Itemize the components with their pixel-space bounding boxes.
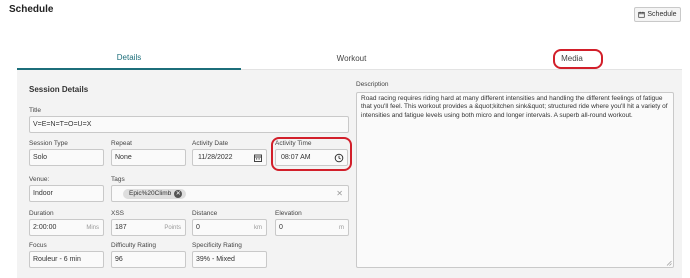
page-title: Schedule bbox=[9, 4, 54, 15]
elevation-value: 0 bbox=[279, 224, 283, 231]
session-type-select[interactable]: Solo bbox=[29, 149, 104, 166]
venue-select[interactable]: Indoor bbox=[29, 185, 104, 202]
description-label: Description bbox=[356, 81, 389, 88]
xss-input[interactable]: 187 Points bbox=[111, 219, 186, 236]
tag-label: Epic%20Climb bbox=[129, 190, 172, 197]
xss-unit: Points bbox=[164, 224, 181, 231]
distance-value: 0 bbox=[196, 224, 200, 231]
clear-tags-icon[interactable]: ✕ bbox=[336, 189, 343, 198]
focus-field: Rouleur - 6 min bbox=[29, 251, 104, 268]
repeat-select[interactable]: None bbox=[111, 149, 186, 166]
calendar-icon[interactable] bbox=[253, 153, 263, 163]
activity-time-label: Activity Time bbox=[275, 140, 312, 147]
tab-workout[interactable]: Workout bbox=[241, 46, 462, 70]
venue-label: Venue: bbox=[29, 176, 50, 183]
difficulty-field: 96 bbox=[111, 251, 186, 268]
specificity-field: 39% - Mixed bbox=[192, 251, 267, 268]
xss-label: XSS bbox=[111, 210, 125, 217]
tag-chip: Epic%20Climb ✕ bbox=[123, 188, 187, 199]
tab-media[interactable]: Media bbox=[462, 46, 682, 70]
tab-bar: Details Workout Media bbox=[17, 46, 682, 70]
distance-unit: km bbox=[254, 224, 262, 231]
duration-value: 2:00:00 bbox=[33, 224, 57, 231]
resize-handle-icon[interactable] bbox=[666, 260, 672, 266]
activity-time-value: 08:07 AM bbox=[281, 154, 311, 161]
repeat-value: None bbox=[115, 154, 132, 161]
repeat-label: Repeat bbox=[111, 140, 132, 147]
duration-unit: Mins bbox=[86, 224, 99, 231]
elevation-input[interactable]: 0 m bbox=[275, 219, 349, 236]
elevation-label: Elevation bbox=[275, 210, 302, 217]
clock-icon[interactable] bbox=[334, 153, 344, 163]
elevation-unit: m bbox=[339, 224, 344, 231]
title-value: V=E=N=T=O=U=X bbox=[33, 121, 92, 128]
difficulty-value: 96 bbox=[115, 256, 123, 263]
duration-input[interactable]: 2:00:00 Mins bbox=[29, 219, 104, 236]
activity-time-input[interactable]: 08:07 AM bbox=[275, 149, 348, 166]
description-textarea[interactable]: Road racing requires riding hard at many… bbox=[356, 92, 674, 268]
title-input[interactable]: V=E=N=T=O=U=X bbox=[29, 116, 349, 133]
distance-input[interactable]: 0 km bbox=[192, 219, 267, 236]
schedule-button[interactable]: Schedule bbox=[634, 7, 681, 22]
calendar-icon bbox=[638, 11, 646, 18]
specificity-label: Specificity Rating bbox=[192, 242, 242, 249]
tags-label: Tags bbox=[111, 176, 125, 183]
duration-label: Duration bbox=[29, 210, 54, 217]
activity-date-value: 11/28/2022 bbox=[198, 154, 233, 161]
session-type-label: Session Type bbox=[29, 140, 68, 147]
venue-value: Indoor bbox=[33, 190, 53, 197]
distance-label: Distance bbox=[192, 210, 218, 217]
title-label: Title bbox=[29, 107, 42, 114]
specificity-value: 39% - Mixed bbox=[196, 256, 235, 263]
session-type-value: Solo bbox=[33, 154, 48, 161]
xss-value: 187 bbox=[115, 224, 127, 231]
section-title: Session Details bbox=[29, 85, 89, 94]
tags-input[interactable]: Epic%20Climb ✕ ✕ bbox=[111, 185, 349, 202]
tab-details[interactable]: Details bbox=[17, 46, 241, 70]
remove-tag-icon[interactable]: ✕ bbox=[174, 189, 183, 198]
description-text: Road racing requires riding hard at many… bbox=[361, 95, 668, 119]
activity-date-label: Activity Date bbox=[192, 140, 229, 147]
activity-date-input[interactable]: 11/28/2022 bbox=[192, 149, 267, 166]
schedule-button-label: Schedule bbox=[647, 11, 677, 18]
difficulty-label: Difficulty Rating bbox=[111, 242, 157, 249]
focus-label: Focus bbox=[29, 242, 47, 249]
focus-value: Rouleur - 6 min bbox=[33, 256, 81, 263]
